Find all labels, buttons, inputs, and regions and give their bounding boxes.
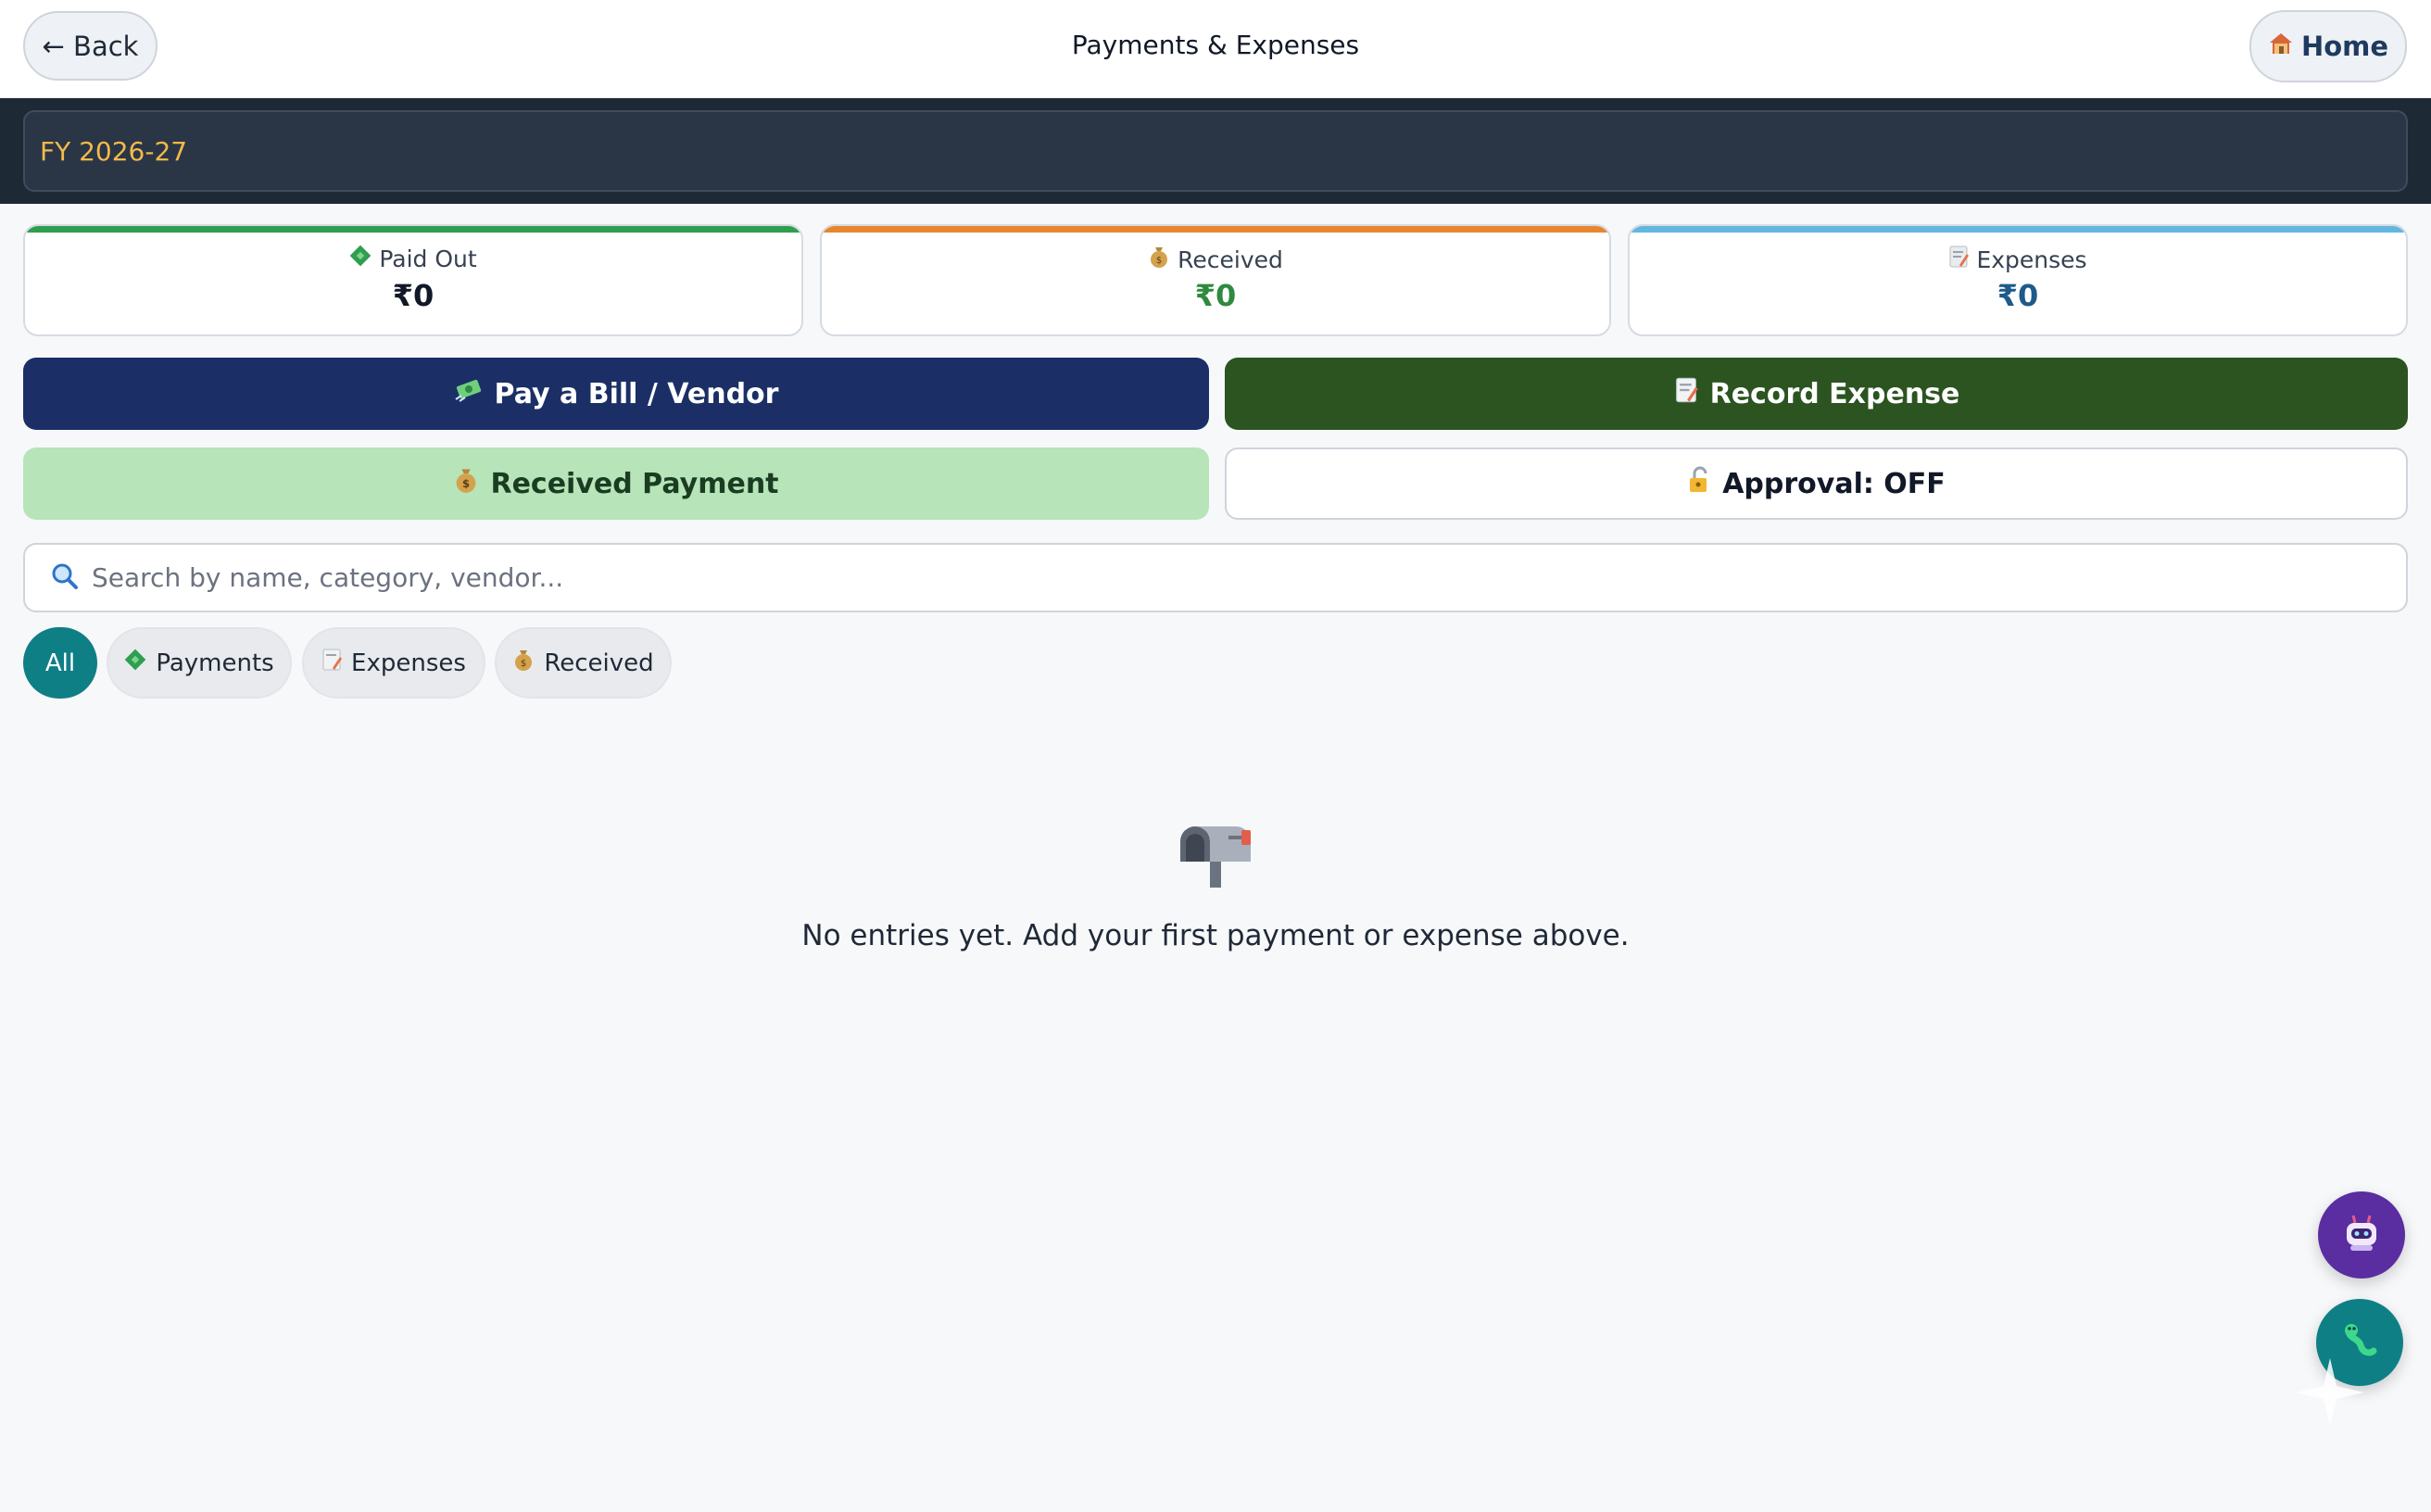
received-card: $ Received ₹0 (820, 224, 1611, 336)
empty-state-message: No entries yet. Add your first payment o… (801, 919, 1630, 952)
money-bag-icon: $ (1148, 245, 1170, 274)
home-button[interactable]: Home (2249, 10, 2407, 82)
expenses-value: ₹0 (1996, 278, 2039, 313)
search-icon (51, 562, 79, 594)
memo-icon (1673, 376, 1699, 411)
money-card-icon (349, 245, 372, 272)
fiscal-year-band: FY 2026-27 (0, 98, 2431, 204)
flying-money-icon (454, 377, 484, 410)
home-button-label: Home (2300, 31, 2389, 62)
svg-text:$: $ (1156, 256, 1162, 266)
filter-chip-expenses[interactable]: Expenses (302, 627, 485, 699)
approval-label: Approval: OFF (1722, 467, 1946, 500)
received-value: ₹0 (1194, 278, 1237, 313)
svg-text:$: $ (521, 659, 526, 669)
received-label: Received (1178, 246, 1283, 273)
house-icon (2268, 31, 2294, 63)
money-bag-icon: $ (453, 466, 479, 501)
approval-toggle-button[interactable]: Approval: OFF (1225, 447, 2408, 520)
expenses-card: Expenses ₹0 (1628, 224, 2408, 336)
mailbox-icon (1175, 815, 1258, 889)
record-expense-button[interactable]: Record Expense (1225, 358, 2408, 430)
memo-icon (1948, 245, 1970, 274)
received-payment-button[interactable]: $ Received Payment (23, 447, 1209, 520)
expenses-label: Expenses (1976, 246, 2087, 273)
paid-out-label-row: Paid Out (25, 245, 801, 272)
assistant-fab[interactable] (2318, 1191, 2405, 1279)
received-accent-bar (822, 226, 1609, 233)
back-button-label: ← Back (42, 30, 139, 62)
paid-out-accent-bar (25, 226, 801, 233)
filter-chip-payments[interactable]: Payments (107, 627, 292, 699)
pay-bill-button[interactable]: Pay a Bill / Vendor (23, 358, 1209, 430)
filter-chip-all[interactable]: All (23, 627, 97, 699)
top-bar: Payments & Expenses ← Back Home (0, 0, 2431, 98)
search-input[interactable] (92, 562, 2315, 593)
money-card-icon (124, 649, 146, 677)
svg-text:$: $ (462, 477, 470, 490)
memo-icon (321, 648, 343, 678)
expenses-label-row: Expenses (1630, 245, 2406, 274)
filter-chip-expenses-label: Expenses (351, 649, 466, 677)
paid-out-value: ₹0 (392, 278, 435, 313)
pay-bill-label: Pay a Bill / Vendor (494, 377, 779, 410)
paid-out-card: Paid Out ₹0 (23, 224, 803, 336)
robot-icon (2338, 1210, 2385, 1260)
received-payment-label: Received Payment (490, 467, 779, 500)
sparkle-icon (2288, 1351, 2372, 1434)
fiscal-year-value: FY 2026-27 (40, 135, 188, 167)
filter-chip-received[interactable]: $ Received (495, 627, 672, 699)
search-box[interactable] (23, 543, 2408, 612)
paid-out-label: Paid Out (379, 245, 477, 272)
fiscal-year-select[interactable]: FY 2026-27 (23, 110, 2408, 192)
expenses-accent-bar (1630, 226, 2406, 233)
page-title: Payments & Expenses (1071, 29, 1360, 60)
filter-chip-payments-label: Payments (156, 649, 274, 677)
filter-chip-received-label: Received (544, 649, 654, 677)
record-expense-label: Record Expense (1709, 377, 1960, 410)
unlocked-icon (1687, 466, 1711, 501)
back-button[interactable]: ← Back (23, 11, 157, 81)
received-label-row: $ Received (822, 245, 1609, 274)
money-bag-icon: $ (512, 648, 535, 678)
filter-chip-all-label: All (44, 649, 76, 677)
